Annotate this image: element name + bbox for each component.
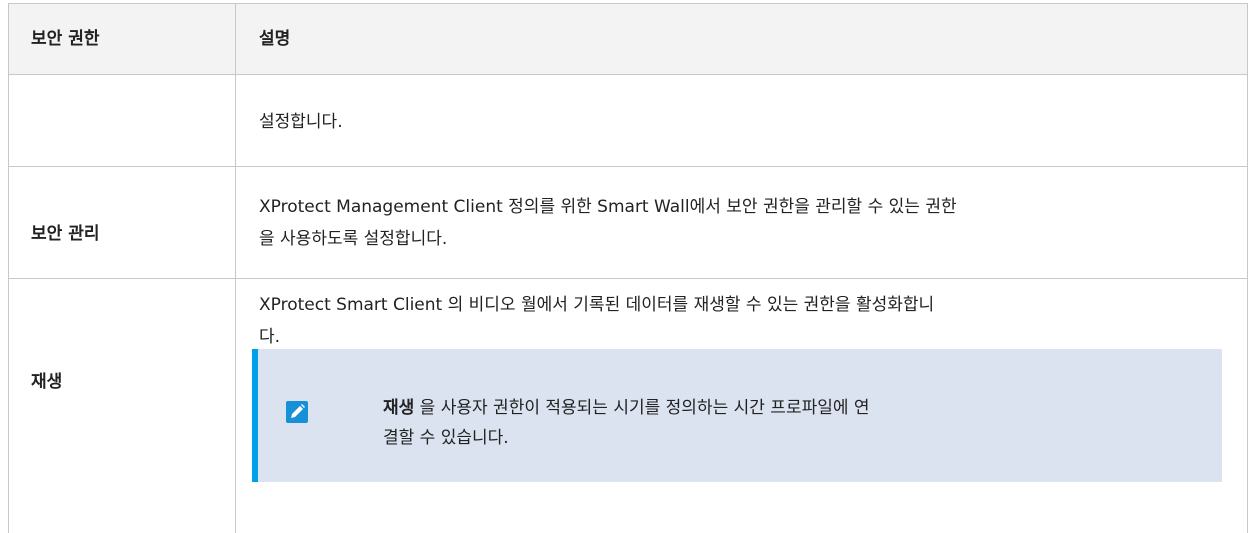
note-line2: 결할 수 있습니다. <box>383 428 509 448</box>
column-divider <box>235 4 236 533</box>
note-text: 재생 을 사용자 권한이 적용되는 시기를 정의하는 시간 프로파일에 연 결할… <box>383 393 870 453</box>
row1-description: 설정합니다. <box>259 112 343 132</box>
row3-description-line1: XProtect Smart Client 의 비디오 월에서 기록된 데이터를… <box>259 295 935 315</box>
row3-description-line2: 다. <box>259 327 281 347</box>
header-description: 설명 <box>259 29 291 49</box>
row-divider <box>9 166 1247 167</box>
note-line1: 을 사용자 권한이 적용되는 시기를 정의하는 시간 프로파일에 연 <box>414 398 870 418</box>
row2-description-line2: 을 사용하도록 설정합니다. <box>259 229 448 249</box>
pencil-icon <box>286 401 308 423</box>
row2-name: 보안 관리 <box>31 224 100 244</box>
note-bold-term: 재생 <box>383 398 415 418</box>
row2-description-line1: XProtect Management Client 정의를 위한 Smart … <box>259 197 957 217</box>
row3-name: 재생 <box>31 372 63 392</box>
row-divider <box>9 74 1247 75</box>
note-box: 재생 을 사용자 권한이 적용되는 시기를 정의하는 시간 프로파일에 연 결할… <box>252 349 1222 482</box>
header-security-permission: 보안 권한 <box>31 29 100 49</box>
row-divider <box>9 278 1247 279</box>
